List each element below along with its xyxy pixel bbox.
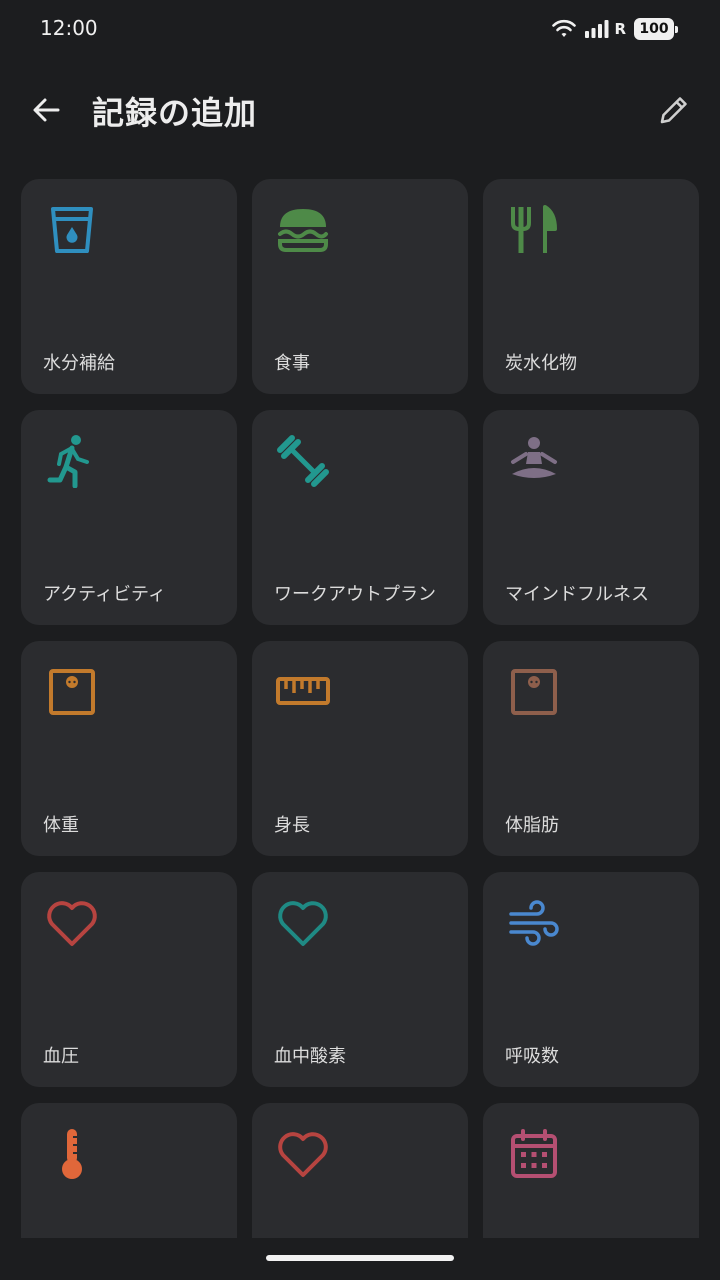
dumbbell-icon (277, 435, 329, 487)
card-label: 身長 (274, 815, 310, 836)
heart-icon (47, 901, 97, 946)
card-weight[interactable]: 体重 (21, 641, 237, 856)
status-bar: 12:00 R 100 (0, 0, 720, 60)
meditation-icon (511, 437, 557, 478)
card-carbs[interactable]: 炭水化物 (483, 179, 699, 394)
pencil-icon (660, 97, 687, 124)
status-icons: R 100 (552, 18, 678, 40)
card-label: 食事 (274, 353, 310, 374)
ruler-icon (276, 677, 330, 705)
card-label: 血圧 (43, 1046, 79, 1067)
card-hydration[interactable]: 水分補給 (21, 179, 237, 394)
card-workout-plan[interactable]: ワークアウトプラン (252, 410, 468, 625)
card-height[interactable]: 身長 (252, 641, 468, 856)
signal-icon (585, 20, 609, 38)
running-person-icon (47, 435, 89, 488)
card-label: アクティビティ (43, 584, 166, 605)
card-label: 体脂肪 (505, 815, 559, 836)
card-blood-pressure[interactable]: 血圧 (21, 872, 237, 1087)
thermometer-icon (62, 1129, 82, 1179)
burger-icon (278, 209, 328, 252)
card-label: 体重 (43, 815, 79, 836)
app-bar: 記録の追加 (0, 60, 720, 160)
card-label: 呼吸数 (505, 1046, 559, 1067)
card-activity[interactable]: アクティビティ (21, 410, 237, 625)
wifi-icon (552, 19, 577, 37)
back-button[interactable] (22, 86, 70, 134)
page-title: 記録の追加 (92, 94, 258, 132)
heart-icon (278, 901, 328, 946)
card-meal[interactable]: 食事 (252, 179, 468, 394)
scale-icon (49, 669, 95, 715)
arrow-back-icon (33, 98, 60, 122)
card-label: ワークアウトプラン (274, 584, 436, 605)
home-indicator[interactable] (266, 1255, 454, 1261)
body-fat-scale-icon (511, 669, 557, 715)
roaming-indicator: R (614, 20, 626, 38)
status-time: 12:00 (40, 16, 98, 40)
card-body-fat[interactable]: 体脂肪 (483, 641, 699, 856)
water-glass-icon (51, 207, 93, 253)
card-label: マインドフルネス (505, 584, 649, 605)
battery-indicator: 100 (634, 18, 678, 40)
edit-button[interactable] (650, 86, 698, 134)
card-blood-oxygen[interactable]: 血中酸素 (252, 872, 468, 1087)
calendar-icon (511, 1129, 557, 1178)
wind-icon (509, 900, 559, 946)
card-label: 水分補給 (43, 353, 115, 374)
fork-knife-icon (511, 205, 557, 253)
card-respiratory-rate[interactable]: 呼吸数 (483, 872, 699, 1087)
heart-icon (278, 1132, 328, 1177)
card-label: 血中酸素 (274, 1046, 346, 1067)
card-mindfulness[interactable]: マインドフルネス (483, 410, 699, 625)
card-label: 炭水化物 (505, 353, 577, 374)
